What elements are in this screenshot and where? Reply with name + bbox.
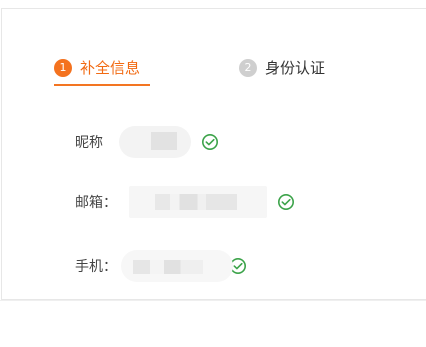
email-value-masked	[129, 186, 267, 218]
phone-value-masked	[121, 250, 233, 282]
email-label: 邮箱：	[75, 195, 117, 211]
profile-panel: 1 补全信息 2 身份认证 昵称 邮箱： 手机：	[1, 8, 426, 300]
step-label: 补全信息	[80, 59, 141, 77]
step-complete-info[interactable]: 1 补全信息	[54, 57, 140, 78]
step-number: 2	[239, 58, 257, 77]
email-row: 邮箱：	[75, 186, 295, 218]
phone-label: 手机：	[75, 259, 117, 275]
phone-row: 手机：	[75, 250, 247, 282]
active-step-underline	[54, 84, 150, 86]
step-label: 身份认证	[265, 59, 326, 77]
page: 1 补全信息 2 身份认证 昵称 邮箱： 手机：	[0, 0, 426, 347]
step-number: 1	[54, 58, 72, 77]
divider	[0, 300, 426, 301]
nickname-row: 昵称	[75, 126, 219, 158]
check-circle-icon	[201, 133, 219, 151]
nickname-label: 昵称	[75, 135, 103, 151]
nickname-value-masked	[119, 126, 191, 158]
step-identity-verification[interactable]: 2 身份认证	[239, 57, 325, 78]
check-circle-icon	[277, 193, 295, 211]
